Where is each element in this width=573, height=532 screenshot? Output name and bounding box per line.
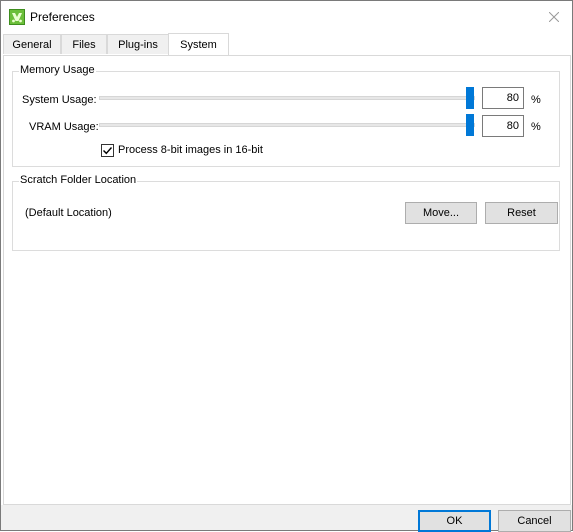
vram-usage-slider-thumb[interactable] [466,114,474,136]
scratch-location-text: (Default Location) [25,207,112,219]
cancel-button[interactable]: Cancel [498,510,571,532]
tab-bar: General Files Plug-ins System [3,33,572,56]
scratch-folder-group: Scratch Folder Location (Default Locatio… [12,174,560,251]
vram-usage-label: VRAM Usage: [29,121,99,133]
scratch-folder-title: Scratch Folder Location [19,174,138,186]
reset-button[interactable]: Reset [485,202,558,224]
tab-system[interactable]: System [168,33,229,55]
move-button[interactable]: Move... [405,202,477,224]
dialog-footer: OK Cancel [1,505,572,532]
preferences-window: Preferences General Files Plug-ins Syste… [0,0,573,532]
system-usage-input[interactable]: 80 [482,87,524,109]
process-16bit-label[interactable]: Process 8-bit images in 16-bit [118,144,263,156]
ok-button[interactable]: OK [418,510,491,532]
tab-general[interactable]: General [3,34,61,54]
tab-files[interactable]: Files [61,34,107,54]
process-16bit-checkbox[interactable] [101,144,114,157]
system-usage-slider-track[interactable] [99,96,475,100]
close-icon [549,12,559,22]
system-usage-unit: % [531,94,541,106]
window-title: Preferences [30,10,95,24]
system-usage-slider-thumb[interactable] [466,87,474,109]
app-icon [9,9,25,25]
memory-usage-title: Memory Usage [19,64,96,76]
tab-plug-ins[interactable]: Plug-ins [107,34,169,54]
checkmark-icon [103,147,113,155]
memory-usage-group: Memory Usage System Usage: 80 % VRAM Usa… [12,64,560,167]
vram-usage-input[interactable]: 80 [482,115,524,137]
system-usage-label: System Usage: [22,94,97,106]
vram-usage-unit: % [531,121,541,133]
title-bar: Preferences [1,1,572,33]
vram-usage-slider-track[interactable] [99,123,475,127]
close-button[interactable] [544,7,564,27]
